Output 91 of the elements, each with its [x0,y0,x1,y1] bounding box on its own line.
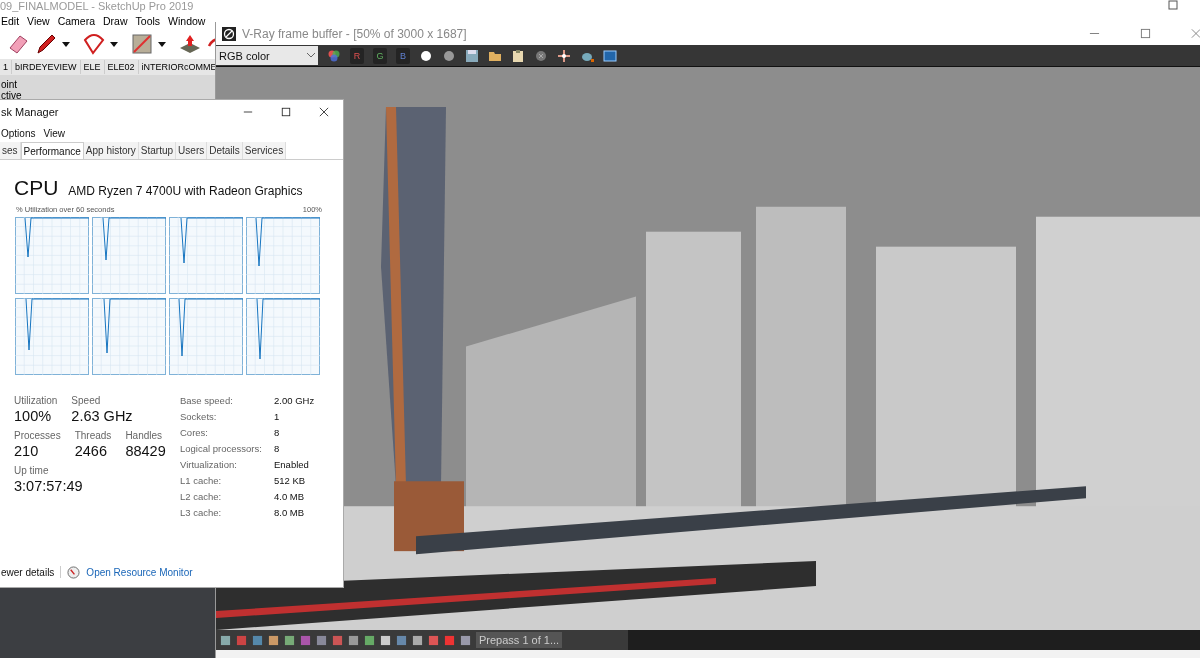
logo-icon [222,26,236,41]
panel-text: ctive [0,90,23,101]
menu-item[interactable]: View [27,15,50,27]
resource-monitor-link[interactable]: Open Resource Monitor [86,566,193,578]
menu-item[interactable]: Edit [1,15,20,27]
tab[interactable]: App history [83,142,139,159]
stat-value: 100% [14,407,53,426]
panel-text: oint [0,79,19,90]
pencil-icon[interactable] [34,32,58,56]
fewer-details-link[interactable]: ewer details [1,566,55,578]
caret-icon[interactable] [110,41,118,47]
clear-icon[interactable] [534,48,548,63]
restore-icon[interactable] [1168,0,1178,10]
menu-item[interactable]: Camera [57,15,96,27]
spec-value: 8 [274,427,281,438]
stat-label: Speed [71,395,102,406]
gauge-icon [67,565,81,579]
save-icon[interactable] [465,48,479,63]
window-title: 09_FINALMODEL - SketchUp Pro 2019 [0,0,1200,13]
spec-value: 4.0 MB [274,491,306,502]
tool-icon[interactable] [284,634,295,646]
tab[interactable]: Startup [138,142,177,159]
tool-icon[interactable] [380,634,391,646]
stat-value: 2.63 GHz [71,407,133,426]
tool-icon[interactable] [348,634,359,646]
close-icon[interactable] [319,107,329,117]
channel-button[interactable]: G [373,47,387,64]
channel-dropdown[interactable]: RGB color [216,46,318,65]
window-title: V-Ray frame buffer - [50% of 3000 x 1687] [242,26,467,41]
tool-icon[interactable] [412,634,423,646]
stat-value: 2466 [74,442,108,461]
stat-value: 210 [14,442,40,461]
stat-value: 88429 [125,442,166,461]
caret-icon[interactable] [62,41,70,47]
channel-button[interactable]: B [396,47,410,64]
tab[interactable]: ses [0,142,21,159]
tool-icon[interactable] [220,634,231,646]
spec-label: L2 cache: [180,491,223,502]
menu-item[interactable]: View [43,127,65,139]
spec-value: 8 [274,443,281,454]
tab[interactable]: Details [207,142,243,159]
spec-value: 2.00 GHz [274,395,315,406]
maximize-icon[interactable] [281,107,291,117]
sparkle-icon[interactable] [557,48,571,63]
tool-icon[interactable] [364,634,375,646]
heading: CPU [14,176,59,200]
menu-item[interactable]: Draw [103,15,128,27]
tool-icon[interactable] [428,634,439,646]
caret-icon[interactable] [158,41,166,47]
tab[interactable]: Services [242,142,287,159]
stat-label: Utilization [14,395,58,406]
cpu-model: AMD Ryzen 7 4700U with Radeon Graphics [68,184,303,198]
clipboard-icon[interactable] [511,48,525,63]
stat-label: Processes [14,430,61,441]
stat-label: Threads [74,430,112,441]
arc-icon[interactable] [82,32,106,56]
rectangle-icon[interactable] [130,32,154,56]
tab[interactable]: Performance [20,142,84,159]
spec-label: L3 cache: [180,507,223,518]
spec-label: Logical processors: [180,443,263,454]
scene-tab[interactable]: ELE [80,60,105,74]
menu-item[interactable]: Window [168,15,206,27]
stat-value: 3:07:57:49 [14,477,83,496]
tool-icon[interactable] [252,634,263,646]
stat-label: Handles [125,430,164,441]
spec-value: 512 KB [274,475,307,486]
scene-tab[interactable]: 1 [0,60,12,74]
channel-button[interactable]: R [350,47,364,64]
spec-value: 1 [274,411,281,422]
spec-label: Base speed: [180,395,234,406]
tool-icon[interactable] [268,634,279,646]
display-icon[interactable] [603,48,617,63]
stat-label: Up time [14,465,50,476]
window-title: sk Manager [1,106,59,118]
circle-icon[interactable] [419,48,433,63]
tool-icon[interactable] [460,634,471,646]
spec-label: Virtualization: [180,459,238,470]
menu-item[interactable]: Options [1,127,36,139]
status-text: Prepass 1 of 1... [476,632,563,648]
spec-label: Sockets: [180,411,218,422]
menu-item[interactable]: Tools [135,15,161,27]
color-circles-icon[interactable] [327,48,341,63]
tool-icon[interactable] [396,634,407,646]
scene-tab[interactable]: bIRDEYEVIEW [12,60,81,74]
tool-icon[interactable] [316,634,327,646]
spec-value: 8.0 MB [274,507,306,518]
tab[interactable]: Users [176,142,208,159]
spec-label: L1 cache: [180,475,223,486]
scene-tab[interactable]: ELE02 [104,60,139,74]
spec-value: Enabled [274,459,310,470]
spec-label: Cores: [180,427,209,438]
